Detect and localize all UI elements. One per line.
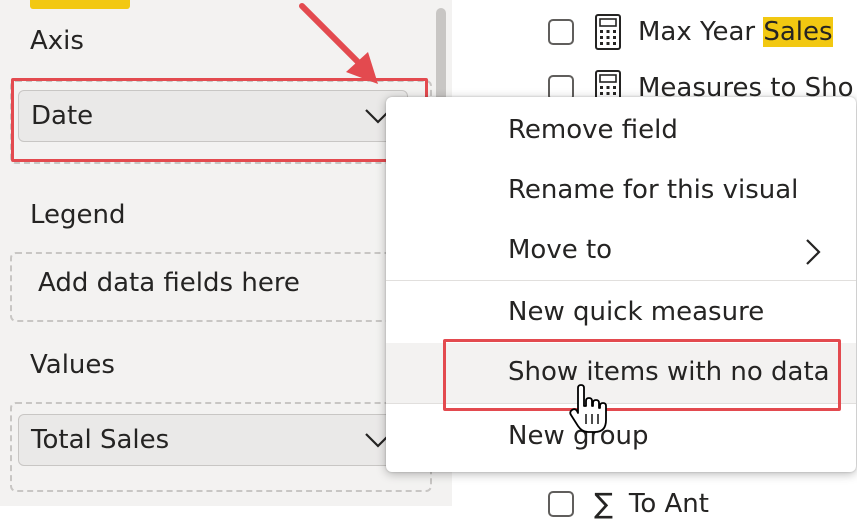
field-name: Max Year Sales (638, 17, 833, 47)
menu-item-new-quick-measure[interactable]: New quick measure (386, 283, 856, 343)
legend-well-label: Legend (30, 200, 126, 230)
axis-well-label: Axis (30, 26, 84, 56)
active-tab-indicator (30, 0, 130, 9)
legend-well[interactable]: Add data fields here (10, 252, 432, 322)
menu-item-label: Rename for this visual (508, 175, 799, 205)
menu-item-label: New quick measure (508, 297, 765, 327)
field-name-prefix: Max Year (638, 17, 764, 47)
annotation-box-show-items (443, 339, 841, 411)
menu-item-label: Remove field (508, 115, 678, 145)
annotation-box-axis (11, 78, 428, 162)
menu-item-rename[interactable]: Rename for this visual (386, 161, 856, 221)
field-list-item[interactable]: Max Year Sales (548, 12, 833, 52)
field-checkbox[interactable] (548, 491, 574, 517)
values-field-pill[interactable]: Total Sales (18, 414, 408, 466)
menu-item-label: Move to (508, 235, 613, 265)
chevron-right-icon (806, 239, 821, 265)
annotation-arrow-icon (299, 3, 378, 84)
hand-pointer-cursor-icon (569, 384, 607, 433)
values-field-name: Total Sales (31, 425, 170, 455)
field-context-menu: Remove field Rename for this visual Move… (386, 97, 856, 472)
sigma-icon: ∑ (594, 487, 613, 520)
field-checkbox[interactable] (548, 19, 574, 45)
menu-item-new-group[interactable]: New group (386, 407, 856, 467)
menu-divider (386, 280, 856, 281)
field-list-item[interactable]: ∑ To Ant (548, 484, 709, 524)
menu-item-move-to[interactable]: Move to (386, 221, 856, 281)
field-name: To Ant (628, 489, 709, 519)
values-well-label: Values (30, 350, 115, 380)
menu-item-remove-field[interactable]: Remove field (386, 101, 856, 161)
values-well[interactable]: Total Sales (10, 402, 432, 492)
calculator-icon (595, 14, 621, 50)
search-match-highlight: Sales (763, 17, 833, 47)
legend-placeholder: Add data fields here (38, 268, 300, 298)
